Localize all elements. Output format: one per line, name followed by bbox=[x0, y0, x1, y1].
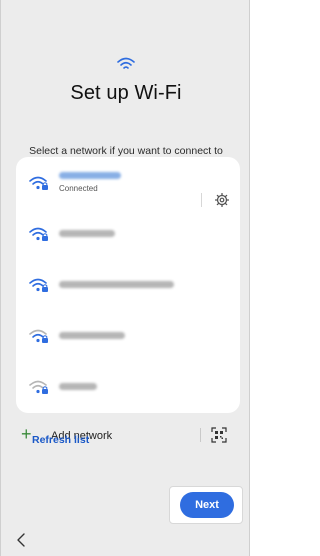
network-item[interactable] bbox=[16, 208, 240, 259]
wifi-lock-icon bbox=[29, 329, 48, 343]
wifi-lock-icon bbox=[29, 176, 48, 190]
network-ssid bbox=[59, 230, 115, 237]
network-ssid bbox=[59, 172, 121, 179]
network-list: Connected bbox=[16, 157, 240, 413]
plus-icon: + bbox=[21, 424, 32, 444]
network-item[interactable] bbox=[16, 361, 240, 412]
setup-screen: Set up Wi-Fi Select a network if you wan… bbox=[0, 0, 250, 556]
divider bbox=[200, 428, 201, 442]
gear-icon[interactable] bbox=[215, 193, 229, 207]
next-button[interactable]: Next bbox=[180, 492, 234, 518]
wifi-lock-icon bbox=[29, 380, 48, 394]
wifi-lock-icon bbox=[29, 227, 48, 241]
network-ssid bbox=[59, 383, 97, 390]
network-ssid bbox=[59, 281, 174, 288]
wifi-icon bbox=[117, 57, 135, 69]
network-status: Connected bbox=[59, 184, 98, 193]
network-item[interactable]: Connected bbox=[16, 157, 240, 208]
page-title: Set up Wi-Fi bbox=[70, 82, 182, 104]
network-ssid bbox=[59, 332, 125, 339]
refresh-list-link[interactable]: Refresh list bbox=[32, 434, 89, 446]
qr-scan-icon[interactable] bbox=[211, 427, 227, 443]
network-item[interactable] bbox=[16, 310, 240, 361]
back-icon[interactable] bbox=[15, 533, 27, 547]
network-item[interactable] bbox=[16, 259, 240, 310]
wifi-lock-icon bbox=[29, 278, 48, 292]
divider bbox=[201, 193, 202, 207]
